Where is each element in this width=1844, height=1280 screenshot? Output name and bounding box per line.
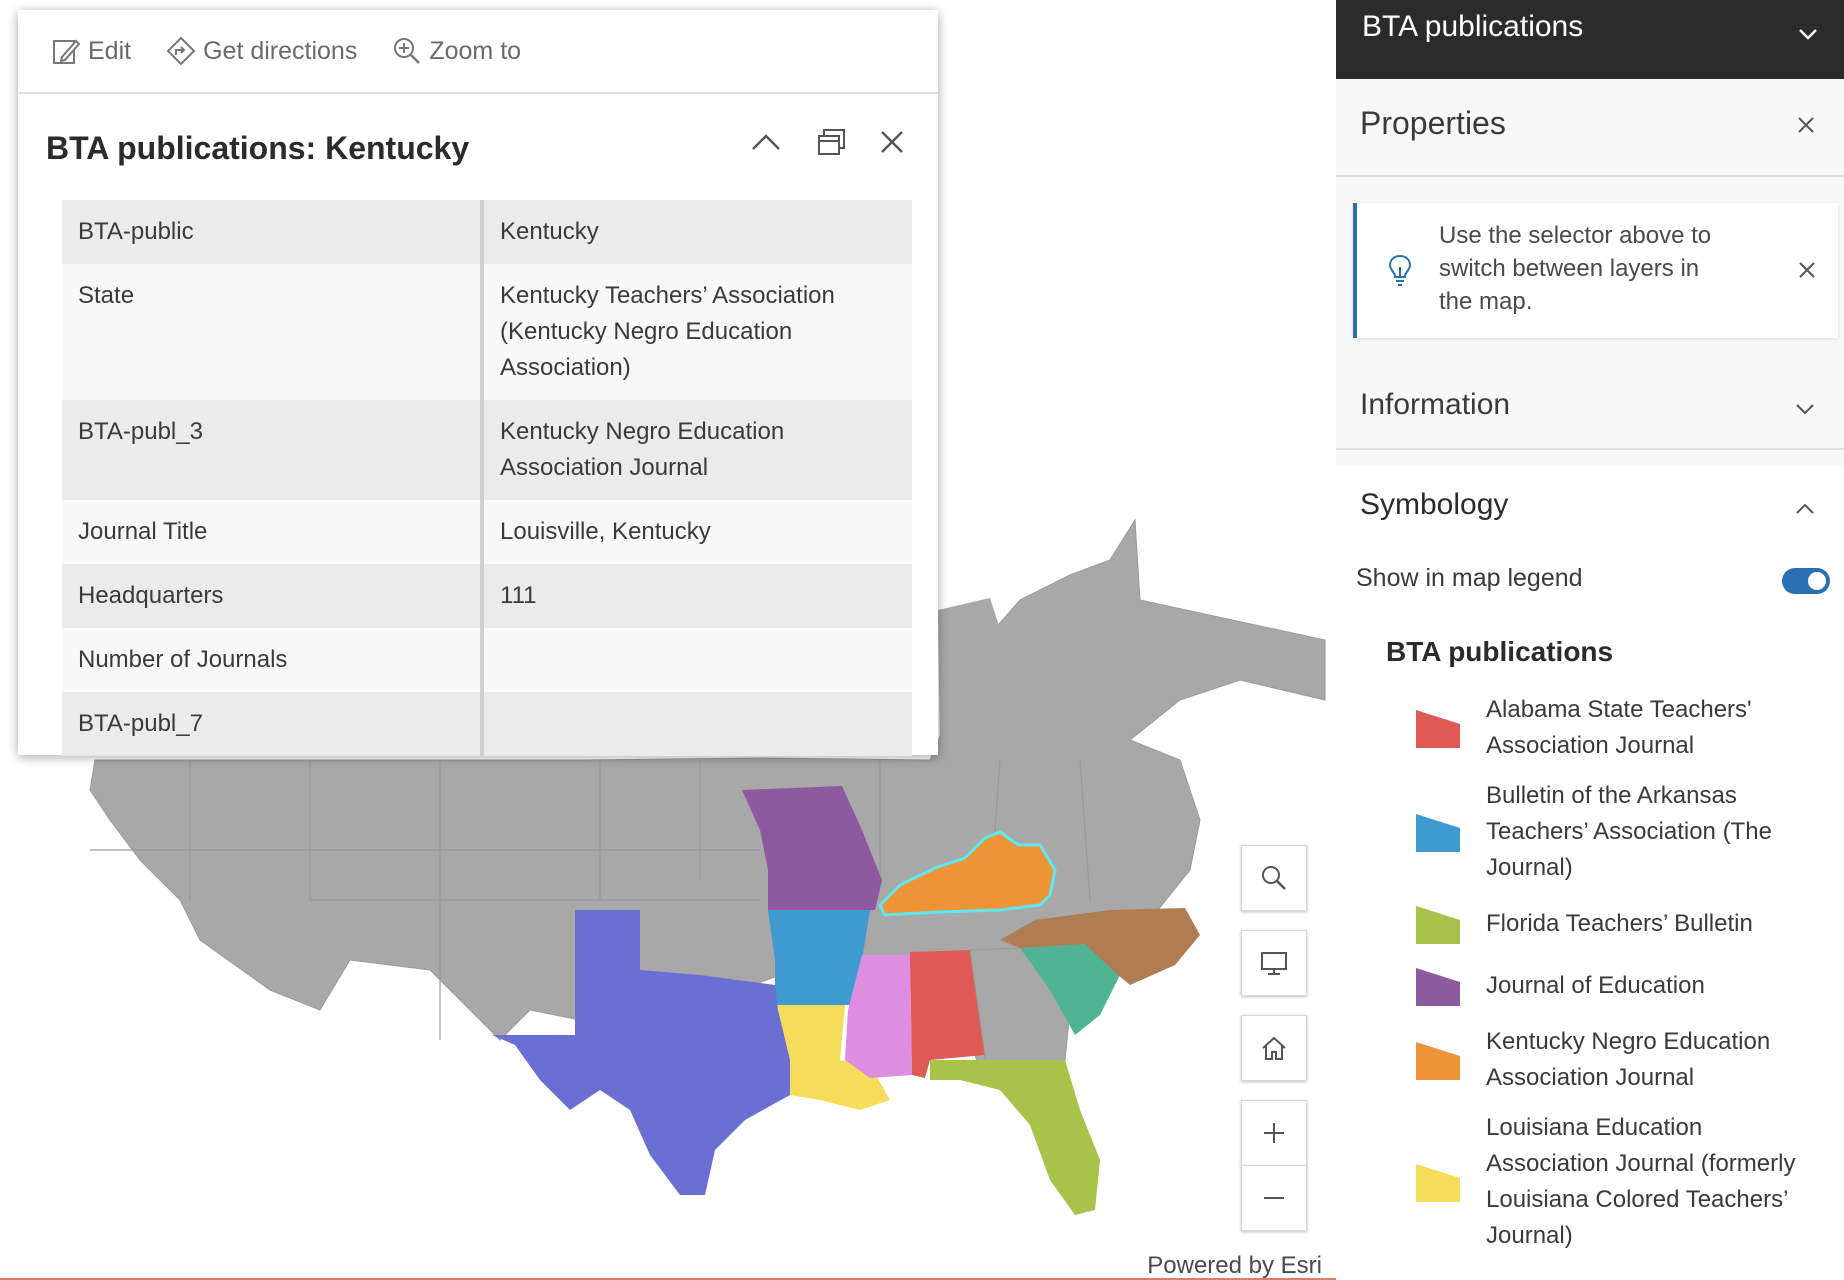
table-row: State Kentucky Teachers’ Association (Ken… bbox=[62, 264, 912, 400]
popup-title: BTA publications: Kentucky bbox=[46, 130, 470, 166]
dock-button[interactable] bbox=[812, 122, 852, 162]
legend-swatch-shape bbox=[1416, 1164, 1460, 1202]
legend-item: Florida Teachers’ Bulletin bbox=[1414, 900, 1834, 948]
legend-swatch-shape bbox=[1416, 710, 1460, 748]
get-directions-label: Get directions bbox=[203, 36, 358, 65]
layer-selector[interactable]: BTA publications bbox=[1336, 0, 1844, 79]
symbology-title[interactable]: Symbology bbox=[1360, 488, 1508, 522]
legend-label: Louisiana Education Association Journal … bbox=[1486, 1114, 1796, 1249]
minus-icon bbox=[1264, 1197, 1284, 1199]
state-florida[interactable] bbox=[930, 1060, 1100, 1215]
legend-swatch-shape bbox=[1416, 968, 1460, 1006]
attributes-table: BTA-public Kentucky State Kentucky Teacher… bbox=[62, 200, 912, 756]
properties-header: Properties bbox=[1336, 79, 1844, 177]
legend-swatch-shape bbox=[1416, 906, 1460, 944]
table-row: Journal Title Louisville, Kentucky bbox=[62, 500, 912, 564]
zoom-in-icon bbox=[394, 38, 421, 64]
table-row: Headquarters 111 bbox=[62, 564, 912, 628]
attribute-key: Journal Title bbox=[62, 500, 484, 564]
map-attribution[interactable]: Powered by Esri bbox=[1143, 1252, 1326, 1280]
close-icon bbox=[881, 131, 903, 153]
chevron-down-icon bbox=[1796, 404, 1814, 415]
attribute-value: Kentucky bbox=[482, 200, 912, 264]
information-title: Information bbox=[1360, 388, 1511, 421]
display-button[interactable] bbox=[1241, 930, 1307, 996]
legend-label: Kentucky Negro Education Association Jou… bbox=[1486, 1028, 1771, 1091]
legend-label: Alabama State Teachers' Association Jour… bbox=[1486, 696, 1752, 759]
attribute-value: Kentucky Negro Education Association Jou… bbox=[482, 400, 912, 500]
feature-popup: Edit Get directions Zoom to BTA publicat… bbox=[18, 10, 938, 756]
table-row: Number of Journals bbox=[62, 628, 912, 692]
legend-item: Kentucky Negro Education Association Jou… bbox=[1414, 1024, 1834, 1096]
legend-list: Alabama State Teachers' Association Jour… bbox=[1414, 692, 1834, 1268]
monitor-icon bbox=[1261, 952, 1287, 975]
toggle-knob bbox=[1808, 572, 1826, 590]
zoom-to-action[interactable]: Zoom to bbox=[391, 35, 521, 67]
home-icon bbox=[1262, 1036, 1286, 1060]
attribute-value: Louisville, Kentucky bbox=[482, 500, 912, 564]
edit-label: Edit bbox=[88, 36, 132, 65]
legend-swatch bbox=[1416, 814, 1460, 852]
table-row: BTA-public Kentucky bbox=[62, 200, 912, 264]
directions-icon bbox=[166, 36, 196, 66]
edit-icon bbox=[53, 39, 81, 64]
attribute-key: BTA-publ_7 bbox=[62, 692, 484, 756]
attribute-value: 111 bbox=[482, 564, 912, 628]
legend-swatch-shape bbox=[1416, 1042, 1460, 1080]
legend-item: Bulletin of the Arkansas Teachers’ Assoc… bbox=[1414, 778, 1834, 886]
attribute-key: State bbox=[62, 264, 484, 400]
lightbulb-icon bbox=[1388, 254, 1412, 286]
chevron-up-icon[interactable] bbox=[1792, 496, 1818, 522]
chevron-down-icon bbox=[1799, 29, 1817, 40]
popup-header: BTA publications: Kentucky bbox=[18, 94, 938, 204]
legend-title: BTA publications bbox=[1386, 636, 1614, 667]
attribute-key: Number of Journals bbox=[62, 628, 484, 692]
table-row: BTA-publ_7 bbox=[62, 692, 912, 756]
show-in-legend-label: Show in map legend bbox=[1356, 564, 1583, 592]
home-button[interactable] bbox=[1241, 1015, 1307, 1081]
legend-swatch bbox=[1416, 710, 1460, 748]
edit-action[interactable]: Edit bbox=[50, 35, 131, 67]
get-directions-action[interactable]: Get directions bbox=[165, 35, 357, 67]
legend-swatch-shape bbox=[1416, 814, 1460, 852]
legend-item: Journal of Education bbox=[1414, 962, 1834, 1010]
symbology-section: Symbology Show in map legend BTA publica… bbox=[1336, 466, 1844, 1280]
chevron-up-icon bbox=[752, 134, 780, 150]
zoom-to-label: Zoom to bbox=[429, 36, 522, 65]
legend-item: Louisiana Education Association Journal … bbox=[1414, 1110, 1834, 1254]
attribute-value: Kentucky Teachers’ Association (Kentucky… bbox=[482, 264, 912, 400]
information-section-header[interactable]: Information bbox=[1336, 362, 1844, 450]
legend-label: Bulletin of the Arkansas Teachers’ Assoc… bbox=[1486, 782, 1772, 881]
dock-icon bbox=[818, 129, 845, 155]
attribute-value bbox=[482, 628, 912, 692]
legend-item: Alabama State Teachers' Association Jour… bbox=[1414, 692, 1834, 764]
zoom-in-button[interactable] bbox=[1241, 1100, 1307, 1166]
layer-selector-label: BTA publications bbox=[1362, 10, 1584, 43]
search-button[interactable] bbox=[1241, 845, 1307, 911]
close-icon[interactable] bbox=[1794, 113, 1818, 137]
attribute-key: Headquarters bbox=[62, 564, 484, 628]
properties-title: Properties bbox=[1360, 105, 1506, 141]
tip-text: Use the selector above to switch between… bbox=[1439, 222, 1712, 315]
close-icon[interactable] bbox=[1796, 259, 1818, 281]
zoom-out-button[interactable] bbox=[1241, 1165, 1307, 1231]
legend-swatch bbox=[1416, 1164, 1460, 1202]
collapse-button[interactable] bbox=[746, 122, 786, 162]
show-in-legend-toggle[interactable] bbox=[1782, 568, 1830, 594]
table-row: BTA-publ_3 Kentucky Negro Education Assoc… bbox=[62, 400, 912, 500]
properties-panel: BTA publications Properties Use the sele… bbox=[1336, 0, 1844, 1280]
tip-notice: Use the selector above to switch between… bbox=[1353, 203, 1838, 338]
attribute-key: BTA-publ_3 bbox=[62, 400, 484, 500]
plus-icon bbox=[1264, 1123, 1284, 1143]
legend-label: Florida Teachers’ Bulletin bbox=[1486, 910, 1753, 937]
search-icon bbox=[1262, 866, 1286, 890]
attribute-key: BTA-public bbox=[62, 200, 484, 264]
legend-swatch bbox=[1416, 1042, 1460, 1080]
attribute-value bbox=[482, 692, 912, 756]
legend-swatch bbox=[1416, 968, 1460, 1006]
close-popup-button[interactable] bbox=[872, 122, 912, 162]
legend-label: Journal of Education bbox=[1486, 972, 1705, 999]
popup-action-bar: Edit Get directions Zoom to bbox=[18, 10, 938, 94]
legend-swatch bbox=[1416, 906, 1460, 944]
